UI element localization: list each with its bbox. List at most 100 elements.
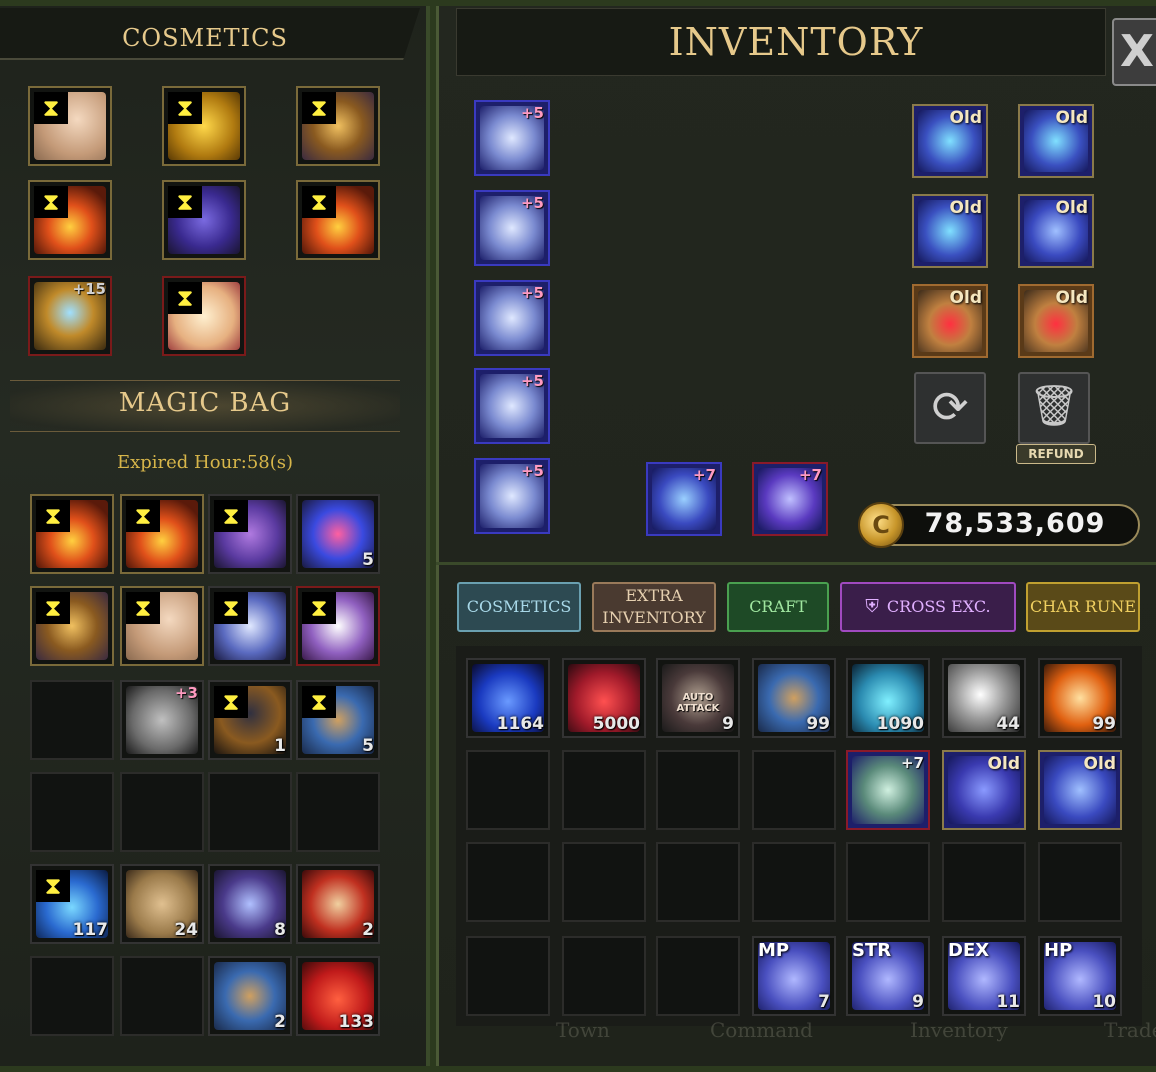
equip-armor[interactable]: +5 xyxy=(474,190,550,266)
bag-slot-empty[interactable] xyxy=(296,772,380,852)
inv-slot-rune-str[interactable]: STR 9 xyxy=(846,936,930,1016)
magic-bag-title: MAGIC BAG xyxy=(118,388,292,418)
cosmetic-slot-fire-wings-2[interactable]: ⧗ xyxy=(296,180,380,260)
bag-slot-empty[interactable] xyxy=(208,772,292,852)
bag-slot-red-potion[interactable]: 133 xyxy=(296,956,380,1036)
inv-slot-empty[interactable] xyxy=(466,750,550,830)
inv-slot-leaf-wing[interactable]: +7 xyxy=(846,750,930,830)
gold-amount: 78,533,609 xyxy=(924,508,1106,539)
inv-slot-fire-scroll[interactable]: 99 xyxy=(1038,658,1122,738)
bag-slot-blue-armor[interactable]: ⧗ xyxy=(208,586,292,666)
inv-slot-empty[interactable] xyxy=(656,936,740,1016)
inv-slot-scroll[interactable]: 99 xyxy=(752,658,836,738)
inv-slot-empty[interactable] xyxy=(656,842,740,922)
inv-slot-empty[interactable] xyxy=(562,936,646,1016)
inv-slot-empty[interactable] xyxy=(846,842,930,922)
inv-slot-empty[interactable] xyxy=(562,842,646,922)
bag-slot-empty[interactable] xyxy=(120,772,204,852)
cosmetic-slot-crest[interactable]: ⧗ xyxy=(296,86,380,166)
inv-slot-empty[interactable] xyxy=(1038,842,1122,922)
old-label: Old xyxy=(949,288,982,308)
bag-slot-purple-robe[interactable]: ⧗ xyxy=(296,586,380,666)
inv-slot-rune-dex[interactable]: DEX 11 xyxy=(942,936,1026,1016)
refund-button[interactable]: REFUND xyxy=(1016,444,1096,464)
rune-stat-label: MP xyxy=(758,940,790,961)
bag-slot-violet-wings[interactable]: ⧗ xyxy=(208,494,292,574)
plus-level: +5 xyxy=(520,372,544,390)
close-button[interactable]: X xyxy=(1112,18,1156,86)
section-divider xyxy=(436,562,1156,565)
inv-slot-red-potions[interactable]: 5000 xyxy=(562,658,646,738)
inv-slot-rune-hp[interactable]: HP 10 xyxy=(1038,936,1122,1016)
inventory-title: INVENTORY xyxy=(668,20,924,64)
trash-button[interactable]: 🗑 xyxy=(1018,372,1090,444)
tab-craft[interactable]: CRAFT xyxy=(727,582,829,632)
equip-earring-left[interactable]: Old xyxy=(912,104,988,178)
cosmetic-slot-fairy[interactable]: ⧗ xyxy=(28,86,112,166)
inv-slot-old-belt[interactable]: Old xyxy=(1038,750,1122,830)
tab-cross-exchange[interactable]: ⛨ CROSS EXC. xyxy=(840,582,1016,632)
bag-slot-fire-wings[interactable]: ⧗ xyxy=(30,494,114,574)
bag-slot-scroll[interactable]: ⧗ 5 xyxy=(296,680,380,760)
equip-belt[interactable]: Old xyxy=(1018,194,1094,268)
inv-slot-empty[interactable] xyxy=(656,750,740,830)
inv-slot-empty[interactable] xyxy=(466,842,550,922)
bag-slot-crest[interactable]: ⧗ xyxy=(30,586,114,666)
item-quantity: 8 xyxy=(274,920,286,940)
equip-necklace[interactable]: Old xyxy=(912,194,988,268)
bag-slot-empty[interactable] xyxy=(30,680,114,760)
old-label: Old xyxy=(1055,108,1088,128)
tab-cosmetics[interactable]: COSMETICS xyxy=(457,582,581,632)
tab-char-rune[interactable]: CHAR RUNE xyxy=(1026,582,1140,632)
cosmetic-slot-robe[interactable]: ⧗ xyxy=(162,276,246,356)
equip-pants[interactable]: +5 xyxy=(474,280,550,356)
bag-slot-fire-wings-2[interactable]: ⧗ xyxy=(120,494,204,574)
bag-slot-empty[interactable] xyxy=(30,956,114,1036)
item-quantity: 133 xyxy=(338,1012,375,1032)
tab-extra-inventory[interactable]: EXTRA INVENTORY xyxy=(592,582,716,632)
inv-slot-empty[interactable] xyxy=(752,842,836,922)
hourglass-icon: ⧗ xyxy=(36,592,70,624)
equip-ring-left[interactable]: Old xyxy=(912,284,988,358)
inv-slot-rune-mp[interactable]: MP 7 xyxy=(752,936,836,1016)
bag-slot-mirror[interactable]: ⧗ 1 xyxy=(208,680,292,760)
refresh-button[interactable]: ⟳ xyxy=(914,372,986,444)
bag-slot-fairy[interactable]: ⧗ xyxy=(120,586,204,666)
trash-icon: 🗑 xyxy=(1028,383,1080,429)
hourglass-icon: ⧗ xyxy=(302,592,336,624)
inv-slot-empty[interactable] xyxy=(562,750,646,830)
bag-slot-scroll-red[interactable]: 2 xyxy=(296,864,380,944)
cosmetic-slot-badge[interactable]: +15 xyxy=(28,276,112,356)
equip-boots[interactable]: +5 xyxy=(474,458,550,534)
inv-slot-old-wing[interactable]: Old xyxy=(942,750,1026,830)
bag-slot-boots[interactable]: +3 xyxy=(120,680,204,760)
cosmetic-slot-purple-wing[interactable]: ⧗ xyxy=(162,180,246,260)
hourglass-icon: ⧗ xyxy=(34,92,68,124)
bag-slot-ms-badge[interactable]: 5 xyxy=(296,494,380,574)
item-quantity: 44 xyxy=(996,714,1020,734)
equip-dagger[interactable]: +7 xyxy=(752,462,828,536)
cosmetic-slot-fire-wings[interactable]: ⧗ xyxy=(28,180,112,260)
inv-slot-empty[interactable] xyxy=(466,936,550,1016)
inv-slot-auto-attack-voucher[interactable]: AUTO ATTACK 9 xyxy=(656,658,740,738)
inv-slot-mana-potion[interactable]: 1164 xyxy=(466,658,550,738)
bag-slot-scroll-blue[interactable]: 2 xyxy=(208,956,292,1036)
hourglass-icon: ⧗ xyxy=(34,186,68,218)
cosmetic-slot-gold-armor[interactable]: ⧗ xyxy=(162,86,246,166)
equip-earring-right[interactable]: Old xyxy=(1018,104,1094,178)
equip-ring-right[interactable]: Old xyxy=(1018,284,1094,358)
equip-helmet[interactable]: +5 xyxy=(474,100,550,176)
inv-slot-empty[interactable] xyxy=(942,842,1026,922)
inv-slot-teal-potions[interactable]: 1090 xyxy=(846,658,930,738)
bag-slot-empty[interactable] xyxy=(120,956,204,1036)
old-label: Old xyxy=(949,198,982,218)
inv-slot-silver-coin[interactable]: 44 xyxy=(942,658,1026,738)
bag-slot-scroll-axes[interactable]: 24 xyxy=(120,864,204,944)
bag-slot-snake[interactable]: 8 xyxy=(208,864,292,944)
inv-slot-empty[interactable] xyxy=(752,750,836,830)
bag-slot-blue-potion[interactable]: ⧗ 117 xyxy=(30,864,114,944)
equip-bow[interactable]: +7 xyxy=(646,462,722,536)
bag-slot-empty[interactable] xyxy=(30,772,114,852)
item-quantity: 9 xyxy=(722,714,734,734)
equip-gloves[interactable]: +5 xyxy=(474,368,550,444)
